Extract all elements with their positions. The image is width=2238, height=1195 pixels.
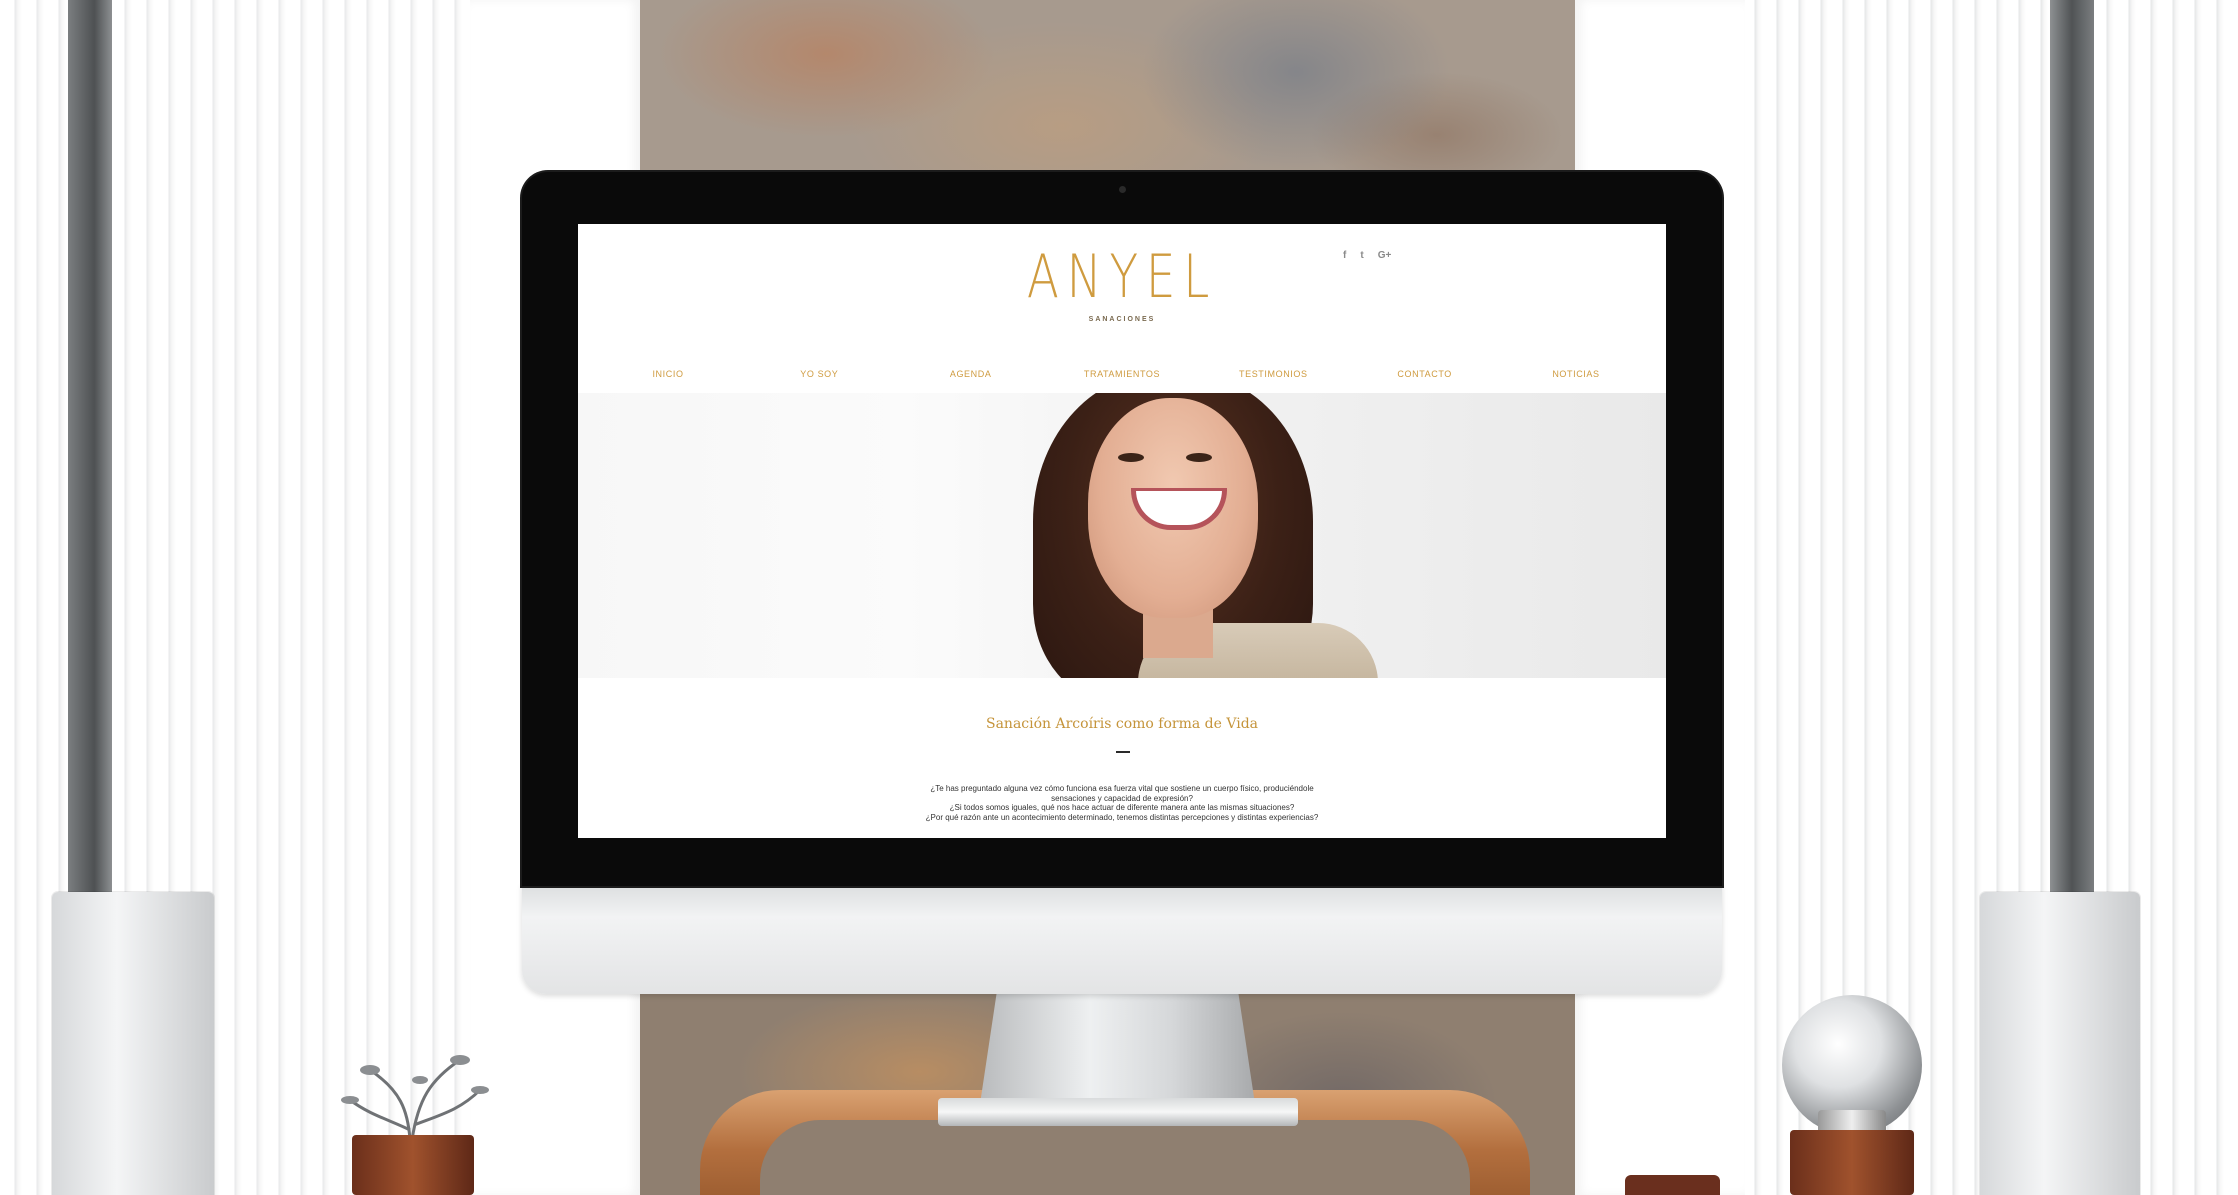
nav-item-noticias[interactable]: NOTICIAS <box>1526 369 1626 379</box>
hero-photo <box>578 393 1666 678</box>
portrait-eye-right <box>1186 453 1212 462</box>
main-nav: INICIO YO SOY AGENDA TRATAMIENTOS TESTIM… <box>578 369 1666 379</box>
plant-pot <box>352 1135 474 1195</box>
nav-item-yo-soy[interactable]: YO SOY <box>769 369 869 379</box>
monitor-foot <box>938 1098 1298 1126</box>
portrait-eye-left <box>1118 453 1144 462</box>
site-tagline: SANACIONES <box>1088 316 1156 323</box>
speaker-left <box>52 892 214 1195</box>
twitter-icon[interactable]: t <box>1360 250 1363 261</box>
monitor-chin <box>522 884 1722 994</box>
intro-text: ¿Te has preguntado alguna vez cómo funci… <box>578 784 1666 822</box>
facebook-icon[interactable]: f <box>1343 250 1346 261</box>
title-divider <box>1116 751 1130 753</box>
nav-item-contacto[interactable]: CONTACTO <box>1375 369 1475 379</box>
intro-line: ¿Por qué razón ante un acontecimiento de… <box>925 812 1319 822</box>
intro-line: sensaciones y capacidad de expresión? <box>1051 793 1193 803</box>
lamp-base <box>1790 1130 1914 1195</box>
camera-icon <box>1119 186 1126 193</box>
stone-wall-top <box>638 0 1578 180</box>
site-logo[interactable]: ANYEL <box>698 242 1547 312</box>
nav-item-inicio[interactable]: INICIO <box>618 369 718 379</box>
website-screen: ANYEL SANACIONES f t G+ INICIO YO SOY AG… <box>578 224 1666 838</box>
nav-item-testimonios[interactable]: TESTIMONIOS <box>1223 369 1323 379</box>
section-title: Sanación Arcoíris como forma de Vida <box>985 716 1258 732</box>
plant-icon <box>341 1055 489 1140</box>
monitor-neck <box>980 994 1255 1104</box>
social-links: f t G+ <box>1343 250 1391 261</box>
nav-item-tratamientos[interactable]: TRATAMIENTOS <box>1072 369 1172 379</box>
intro-line: ¿Si todos somos iguales, qué nos hace ac… <box>949 803 1295 812</box>
speaker-right <box>1980 892 2140 1195</box>
desk-scene: ANYEL SANACIONES f t G+ INICIO YO SOY AG… <box>0 0 2238 1195</box>
google-plus-icon[interactable]: G+ <box>1378 250 1392 261</box>
nav-item-agenda[interactable]: AGENDA <box>921 369 1021 379</box>
desk-mug <box>1625 1175 1720 1195</box>
wooden-stand-gap <box>760 1120 1470 1195</box>
intro-line: ¿Te has preguntado alguna vez cómo funci… <box>930 784 1314 793</box>
